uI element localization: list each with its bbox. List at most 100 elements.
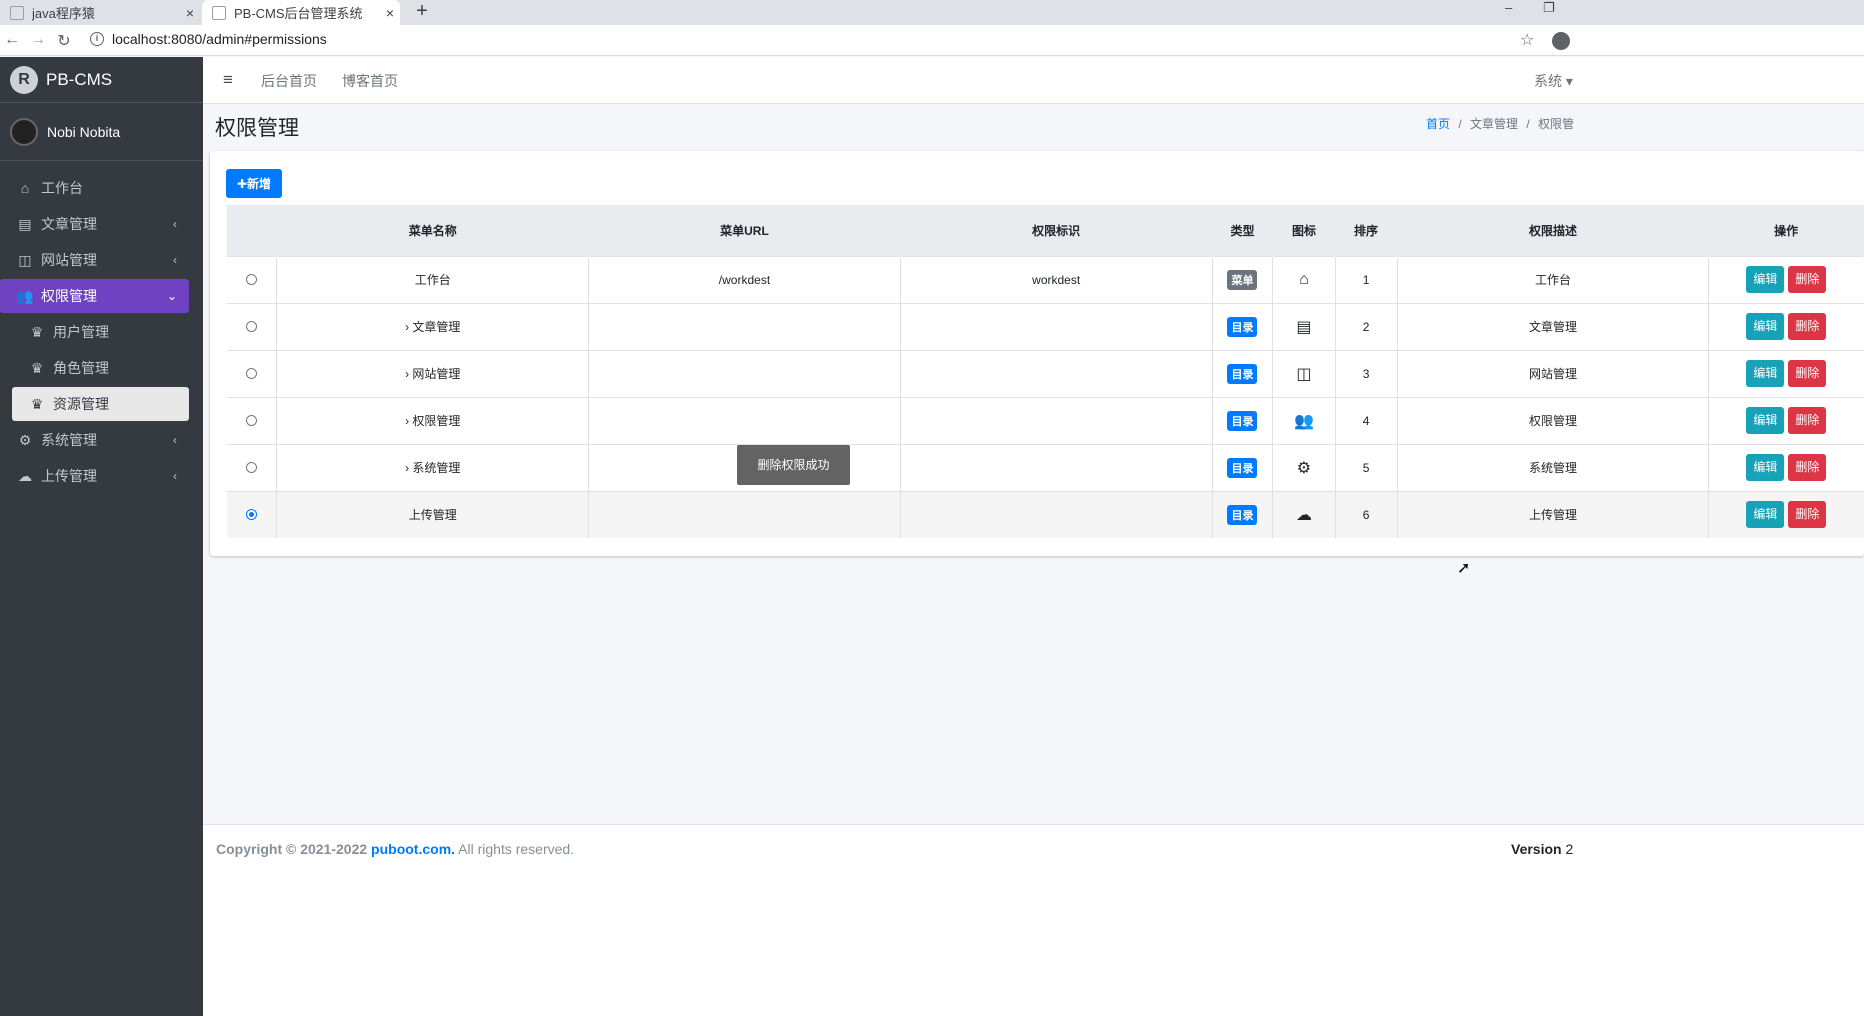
system-dropdown[interactable]: 系统 ▾ [1534,71,1573,91]
sidebar-item-upload[interactable]: ☁ 上传管理 ‹ [0,459,189,493]
delete-button[interactable]: 删除 [1788,407,1827,434]
edit-button[interactable]: 编辑 [1746,266,1785,293]
row-radio-checked[interactable] [246,508,258,520]
permission-key [900,302,1213,350]
brand[interactable]: R PB-CMS [0,57,203,103]
sidebar-item-label: 上传管理 [41,468,97,484]
rights-text: All rights reserved. [455,841,575,857]
breadcrumb-home[interactable]: 首页 [1426,117,1450,131]
browser-tab-2[interactable]: PB-CMS后台管理系统 × [202,0,400,25]
user-cog-icon: 👥 [16,287,34,304]
sidebar-item-website[interactable]: ◫ 网站管理 ‹ [0,243,189,277]
row-radio[interactable] [246,367,258,379]
sidebar-item-articles[interactable]: ▤ 文章管理 ‹ [0,207,189,241]
table-row[interactable]: 上传管理 目录 ☁ 6 上传管理 编辑 删除 [227,490,1864,538]
permission-key [900,490,1213,538]
mouse-cursor-icon: ➚ [1457,560,1471,577]
nav-admin-home[interactable]: 后台首页 [261,71,317,91]
user-name: Nobi Nobita [47,123,121,140]
column-header: 图标 [1272,205,1335,256]
sidebar-item-permissions[interactable]: 👥 权限管理 ⌄ [0,279,189,313]
site-info-icon[interactable]: i [90,32,104,46]
permission-desc: 工作台 [1397,255,1710,303]
delete-button[interactable]: 删除 [1788,360,1827,387]
menu-name[interactable]: › 权限管理 [276,396,590,444]
hamburger-icon[interactable]: ≡ [223,70,233,90]
type-badge: 目录 [1227,316,1258,337]
permission-key: workdest [900,255,1213,303]
chevron-down-icon: ⌄ [166,289,177,303]
window-minimize-icon[interactable]: – [1505,0,1512,18]
url-field[interactable]: i localhost:8080/admin#permissions [90,31,327,47]
permission-desc: 系统管理 [1397,443,1710,491]
crown-icon: ♛ [30,359,44,376]
reload-icon[interactable]: ↻ [54,31,74,51]
edit-button[interactable]: 编辑 [1746,360,1785,387]
menu-url [588,396,901,444]
permission-key [900,396,1213,444]
sidebar-item-label: 用户管理 [53,324,109,340]
version-value: 2 [1561,841,1574,857]
breadcrumb-separator: / [1526,117,1530,131]
edit-button[interactable]: 编辑 [1746,313,1785,340]
browser-tab-1[interactable]: java程序猿 × [0,0,200,25]
edit-button[interactable]: 编辑 [1746,501,1785,529]
page-title: 权限管理 [215,117,299,140]
sidebar-item-workbench[interactable]: ⌂ 工作台 [0,171,189,205]
back-icon[interactable]: ← [2,31,22,49]
delete-button[interactable]: 删除 [1788,313,1827,340]
footer: Copyright © 2021-2022 puboot.com. All ri… [203,824,1864,1016]
permission-desc: 权限管理 [1397,396,1710,444]
table-row[interactable]: › 系统管理 目录 ⚙ 5 系统管理 编辑 删除 [227,443,1864,491]
account-icon[interactable] [1552,32,1570,50]
sidebar-item-users[interactable]: ♛ 用户管理 [0,315,189,349]
top-navbar: ≡ 后台首页 博客首页 系统 ▾ [203,57,1864,104]
edit-button[interactable]: 编辑 [1746,454,1785,481]
forward-icon[interactable]: → [28,31,48,49]
columns-icon: ◫ [1296,365,1312,383]
permission-key [900,443,1213,491]
table-row[interactable]: › 权限管理 目录 👥 4 权限管理 编辑 删除 [227,396,1864,444]
user-panel[interactable]: Nobi Nobita [0,103,203,161]
page-favicon-icon [212,5,226,20]
menu-name[interactable]: › 网站管理 [276,349,590,397]
row-radio[interactable] [246,461,258,473]
nav-blog-home[interactable]: 博客首页 [342,71,398,91]
sidebar-item-label: 权限管理 [41,288,97,304]
delete-button[interactable]: 删除 [1788,266,1827,293]
menu-url [588,490,901,538]
sidebar-item-resources[interactable]: ♛ 资源管理 [12,387,189,421]
user-cog-icon: 👥 [1293,412,1314,430]
row-radio[interactable] [246,273,258,285]
table-row[interactable]: › 文章管理 目录 ▤ 2 文章管理 编辑 删除 [227,302,1864,350]
permission-key [900,349,1213,397]
table-row[interactable]: 工作台 /workdest workdest 菜单 ⌂ 1 工作台 编辑 删除 [227,255,1864,303]
row-radio[interactable] [246,320,258,332]
sidebar-item-system[interactable]: ⚙ 系统管理 ‹ [0,423,189,457]
chevron-left-icon: ‹ [173,433,177,447]
delete-button[interactable]: 删除 [1788,501,1827,529]
table-row[interactable]: › 网站管理 目录 ◫ 3 网站管理 编辑 删除 [227,349,1864,397]
gear-icon: ⚙ [1296,459,1312,477]
new-tab-button[interactable]: + [410,0,434,25]
avatar [10,117,38,146]
tab-close-icon[interactable]: × [180,5,200,21]
table-header-row: 菜单名称 菜单URL 权限标识 类型 图标 排序 权限描述 操作 [227,205,1864,256]
version: Version 2 [1511,841,1573,857]
permission-desc: 网站管理 [1397,349,1710,397]
row-radio[interactable] [246,414,258,426]
menu-name[interactable]: › 系统管理 [276,443,590,491]
add-button[interactable]: ✚新增 [226,169,282,198]
sidebar-item-label: 角色管理 [53,360,109,376]
bookmark-star-icon[interactable]: ☆ [1520,30,1534,50]
sidebar-item-roles[interactable]: ♛ 角色管理 [0,351,189,385]
sort-order: 2 [1335,302,1398,350]
home-icon: ⌂ [20,180,30,196]
delete-button[interactable]: 删除 [1788,454,1827,481]
menu-name[interactable]: › 文章管理 [276,302,590,350]
url-text: localhost:8080/admin#permissions [112,31,327,47]
window-restore-icon[interactable]: ❐ [1543,0,1555,18]
footer-link[interactable]: puboot.com. [371,841,455,857]
edit-button[interactable]: 编辑 [1746,407,1785,434]
tab-close-icon[interactable]: × [380,5,400,21]
